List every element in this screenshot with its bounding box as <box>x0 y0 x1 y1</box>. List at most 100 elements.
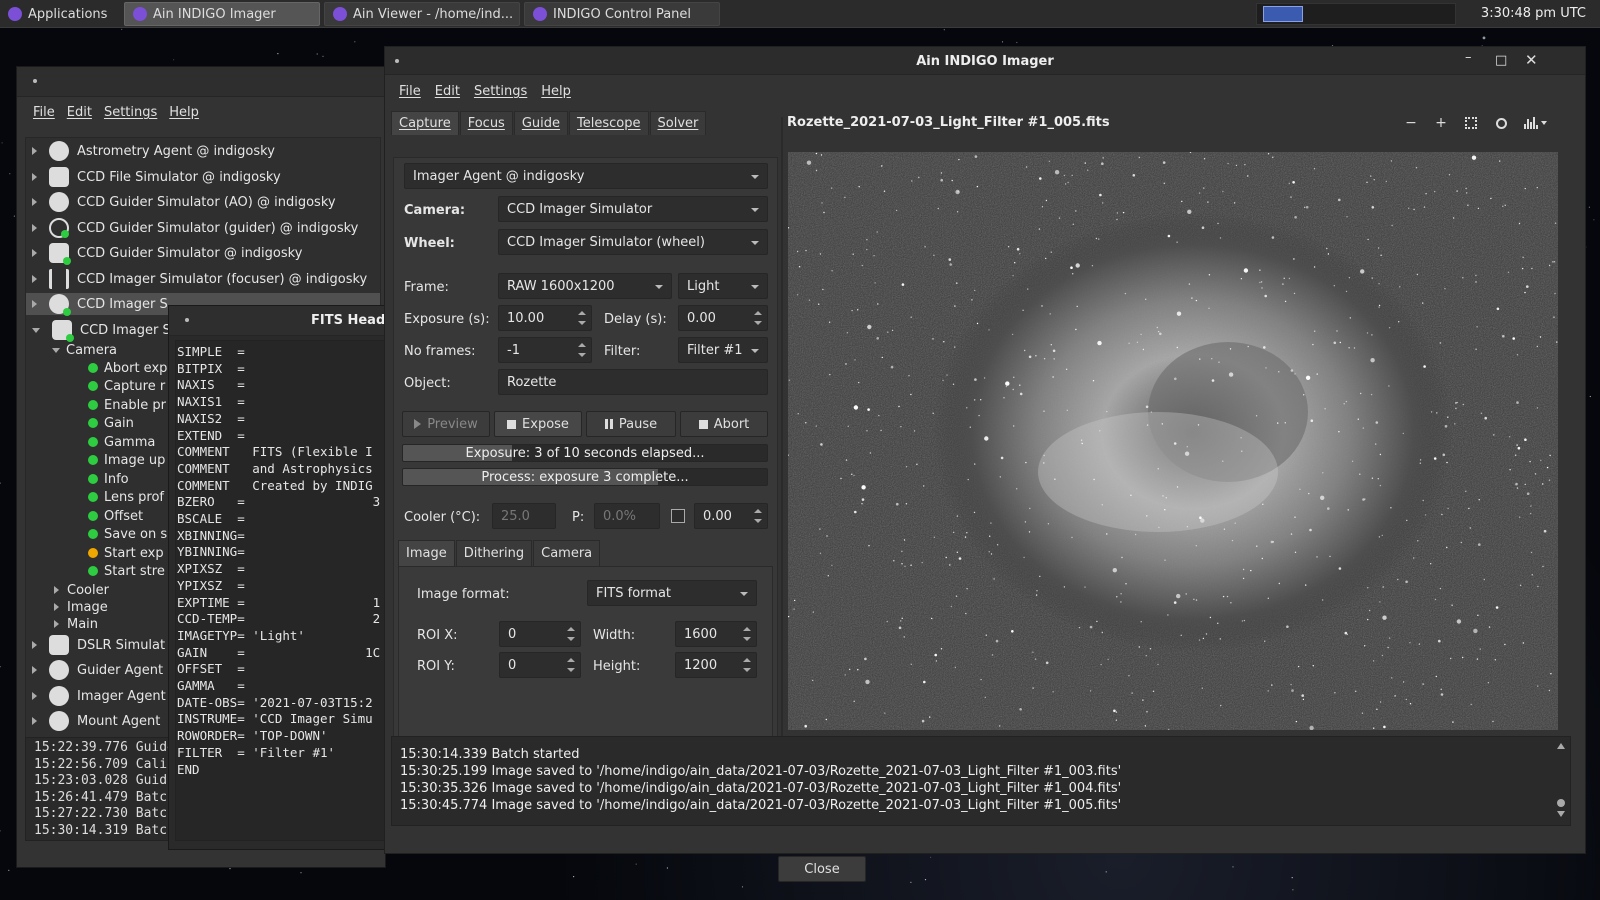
star <box>955 189 960 195</box>
tab-guide[interactable]: Guide <box>513 111 569 135</box>
tree-item-ccd-guider-ao[interactable]: CCD Guider Simulator (AO) @ indigosky <box>32 191 336 213</box>
menu-file[interactable]: File <box>399 84 421 99</box>
abort-button[interactable]: Abort <box>680 411 768 437</box>
frame-select[interactable]: RAW 1600x1200 <box>498 273 672 299</box>
camera-select[interactable]: CCD Imager Simulator <box>498 196 768 222</box>
menu-help[interactable]: Help <box>541 84 571 99</box>
close-icon[interactable]: ✕ <box>1525 51 1538 69</box>
window-menu-icon[interactable] <box>33 79 37 83</box>
star <box>921 719 925 723</box>
tree-item-mount-agent[interactable]: Mount Agent <box>32 710 160 732</box>
star <box>1540 459 1542 462</box>
ao-icon <box>49 192 69 212</box>
task-ain-viewer[interactable]: Ain Viewer - /home/ind... <box>324 2 520 26</box>
tab-capture[interactable]: Capture <box>391 111 459 135</box>
exposure-spinbox[interactable]: 10.00 <box>498 305 592 331</box>
menu-edit[interactable]: Edit <box>67 105 92 120</box>
tree-item-imager-agent[interactable]: Imager Agent <box>32 685 166 707</box>
tree-group-main[interactable]: Main <box>54 613 98 635</box>
tab-telescope[interactable]: Telescope <box>569 111 649 135</box>
star <box>1440 693 1444 696</box>
star <box>1391 224 1393 227</box>
cooler-temp-field: 25.0 <box>492 503 556 529</box>
expose-button[interactable]: Expose <box>494 411 582 437</box>
star <box>1305 375 1311 380</box>
tab-focus[interactable]: Focus <box>459 111 513 135</box>
zoom-out-icon[interactable]: − <box>1399 111 1423 135</box>
zoom-actual-icon[interactable] <box>1489 111 1513 135</box>
tree-item-ccd-file-simulator[interactable]: CCD File Simulator @ indigosky <box>32 166 281 188</box>
height-spinbox[interactable]: 1200 <box>675 652 757 678</box>
delay-spinbox[interactable]: 0.00 <box>678 305 768 331</box>
subtab-image[interactable]: Image <box>398 540 455 566</box>
roi-y-spinbox[interactable]: 0 <box>499 652 581 678</box>
zoom-in-icon[interactable]: + <box>1429 111 1453 135</box>
roi-x-spinbox[interactable]: 0 <box>499 621 581 647</box>
tree-item-guider-agent[interactable]: Guider Agent <box>32 659 163 681</box>
subtab-dithering[interactable]: Dithering <box>455 540 533 566</box>
tree-item-astrometry-agent[interactable]: Astrometry Agent @ indigosky <box>32 140 275 162</box>
subtab-camera[interactable]: Camera <box>533 540 601 566</box>
tree-item-ccd-imager-focuser[interactable]: CCD Imager Simulator (focuser) @ indigos… <box>32 268 367 290</box>
task-ain-imager[interactable]: Ain INDIGO Imager <box>124 2 320 26</box>
fits-header-titlebar[interactable]: FITS Heade <box>169 306 387 336</box>
button-label: Preview <box>427 416 478 432</box>
star <box>950 605 952 608</box>
star <box>1157 468 1159 470</box>
star <box>1378 306 1380 308</box>
menu-settings[interactable]: Settings <box>474 84 527 99</box>
panel-splitter[interactable] <box>781 117 783 757</box>
maximize-icon[interactable]: □ <box>1495 53 1507 68</box>
task-indigo-control-panel[interactable]: INDIGO Control Panel <box>524 2 720 26</box>
tree-item-dslr-simulator[interactable]: DSLR Simulat <box>32 634 165 656</box>
menu-help[interactable]: Help <box>169 105 199 120</box>
agent-select[interactable]: Imager Agent @ indigosky <box>404 163 768 189</box>
image-viewer[interactable] <box>788 152 1558 730</box>
star <box>1302 698 1305 701</box>
filter-select[interactable]: Filter #1 <box>678 337 768 363</box>
star <box>1278 371 1280 373</box>
workspace-pager[interactable] <box>1256 3 1456 25</box>
star <box>954 305 956 307</box>
menu-file[interactable]: File <box>33 105 55 120</box>
star <box>1338 198 1341 202</box>
tree-item-ccd-guider-guider[interactable]: CCD Guider Simulator (guider) @ indigosk… <box>32 217 358 239</box>
star <box>804 724 807 728</box>
object-input[interactable]: Rozette <box>498 369 768 395</box>
star <box>854 359 856 361</box>
star <box>884 712 886 714</box>
pause-button[interactable]: Pause <box>586 411 676 437</box>
cooler-on-checkbox[interactable] <box>671 509 685 523</box>
minimize-icon[interactable]: – <box>1465 50 1472 65</box>
star <box>1394 695 1396 697</box>
star <box>825 718 827 721</box>
tab-solver[interactable]: Solver <box>649 111 707 135</box>
width-spinbox[interactable]: 1600 <box>675 621 757 647</box>
tree-prop-label: Start stre <box>104 563 165 579</box>
active-workspace[interactable] <box>1263 6 1303 22</box>
frames-spinbox[interactable]: -1 <box>498 337 592 363</box>
menu-settings[interactable]: Settings <box>104 105 157 120</box>
frame-type-select[interactable]: Light <box>678 273 768 299</box>
close-button[interactable]: Close <box>778 856 866 882</box>
tree-item-ccd-imager-simulator[interactable]: CCD Imager S <box>32 319 171 342</box>
window-menu-icon[interactable] <box>185 318 189 322</box>
stop-square-icon <box>507 419 517 429</box>
tree-item-label: Imager Agent <box>77 688 166 704</box>
star <box>958 557 962 560</box>
control-panel-titlebar[interactable] <box>17 67 385 97</box>
star <box>1444 425 1448 428</box>
menu-edit[interactable]: Edit <box>435 84 460 99</box>
stretch-histogram-icon[interactable] <box>1519 111 1551 135</box>
log-scrollbar[interactable] <box>1556 743 1566 817</box>
star <box>1081 442 1083 445</box>
tree-item-ccd-guider-simulator[interactable]: CCD Guider Simulator @ indigosky <box>32 242 302 265</box>
cooler-setpoint-spinbox[interactable]: 0.00 <box>694 503 768 529</box>
applications-menu[interactable]: Applications <box>8 4 107 24</box>
wheel-select[interactable]: CCD Imager Simulator (wheel) <box>498 229 768 255</box>
preview-button[interactable]: Preview <box>402 411 490 437</box>
fit-to-window-icon[interactable] <box>1459 111 1483 135</box>
image-format-select[interactable]: FITS format <box>587 580 757 606</box>
ain-imager-titlebar[interactable]: Ain INDIGO Imager – □ ✕ <box>385 47 1585 75</box>
star <box>861 503 863 505</box>
